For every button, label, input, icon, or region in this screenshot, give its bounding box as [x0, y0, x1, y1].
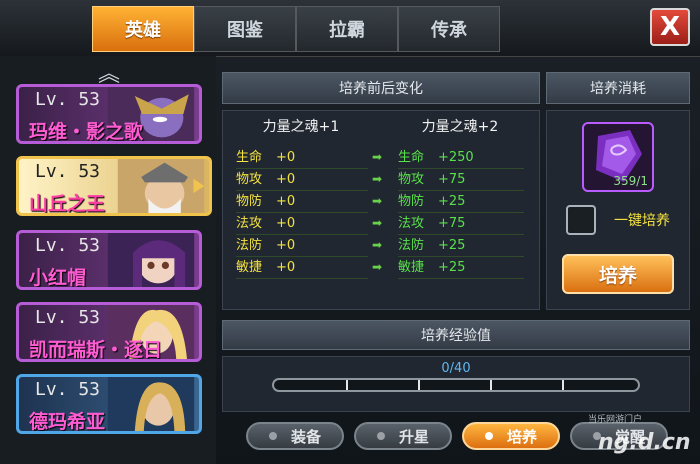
cost-panel-header: 培养消耗 — [546, 72, 690, 104]
stat-label: 法防 — [398, 238, 425, 253]
tab-heroes[interactable]: 英雄 — [92, 6, 194, 52]
stat-label: 生命 — [398, 150, 425, 165]
stat-label: 物防 — [398, 194, 425, 209]
progress-tick — [346, 380, 348, 390]
arrow-right-icon: ➡ — [372, 194, 383, 208]
arrow-right-icon: ➡ — [372, 216, 383, 230]
hero-level: Lv. 53 — [35, 89, 101, 110]
after-stats: 生命 +250 物攻 +75 物防 +25 法攻 +75 法防 +25 敏捷 +25 — [398, 147, 524, 279]
tab-inherit[interactable]: 传承 — [398, 6, 500, 52]
stat-value: +25 — [438, 194, 466, 209]
tab-slots[interactable]: 拉霸 — [296, 6, 398, 52]
stat-row: 物防 +0 — [236, 191, 368, 213]
exp-panel-header: 培养经验值 — [222, 320, 690, 350]
hero-level: Lv. 53 — [35, 307, 101, 328]
dot-icon — [484, 432, 493, 440]
progress-tick — [562, 380, 564, 390]
before-title: 力量之魂+1 — [262, 119, 340, 135]
stat-row: 法防 +0 — [236, 235, 368, 257]
stat-row: 法攻 +0 — [236, 213, 368, 235]
stat-label: 法攻 — [236, 216, 263, 231]
arrow-right-icon: ➡ — [372, 172, 383, 186]
hero-name: 山丘之王 — [29, 193, 106, 215]
stat-label: 生命 — [236, 150, 263, 165]
stat-value: +250 — [438, 150, 474, 165]
stat-value: +0 — [276, 216, 296, 231]
stat-row: 法防 +25 — [398, 235, 524, 257]
soul-item-slot[interactable]: 359/1 — [582, 122, 654, 192]
before-stats: 生命 +0 物攻 +0 物防 +0 法攻 +0 法防 +0 敏捷 +0 — [236, 147, 368, 279]
close-button[interactable]: X — [650, 8, 690, 46]
watermark-line1: 当乐网游门户 — [588, 415, 643, 425]
auto-train-checkbox[interactable] — [566, 205, 596, 235]
item-count: 359/1 — [613, 174, 648, 188]
hero-name: 德玛希亚 — [29, 411, 106, 433]
progress-tick — [490, 380, 492, 390]
stat-value: +0 — [276, 238, 296, 253]
hero-level: Lv. 53 — [35, 235, 101, 256]
stat-row: 生命 +250 — [398, 147, 524, 169]
tab-codex[interactable]: 图鉴 — [194, 6, 296, 52]
stat-row: 敏捷 +25 — [398, 257, 524, 279]
train-tab-button[interactable]: 培养 — [462, 422, 560, 450]
watermark-line2: ng.d.cn — [598, 430, 691, 455]
dot-icon — [376, 432, 385, 440]
arrow-right-icon: ➡ — [372, 238, 383, 252]
stat-label: 物攻 — [398, 172, 425, 187]
stat-label: 物防 — [236, 194, 263, 209]
stat-row: 法攻 +75 — [398, 213, 524, 235]
hero-item-1[interactable]: Lv. 53 玛维・影之歌 — [16, 84, 202, 144]
hero-name: 玛维・影之歌 — [29, 121, 144, 143]
hero-item-5[interactable]: Lv. 53 德玛希亚 — [16, 374, 202, 434]
change-panel-header: 培养前后变化 — [222, 72, 540, 104]
hero-item-2-selected[interactable]: Lv. 53 山丘之王 — [16, 156, 212, 216]
stat-label: 物攻 — [236, 172, 263, 187]
hero-name: 凯而瑞斯・逐日 — [29, 339, 163, 361]
exp-progress-text: 0/40 — [441, 361, 471, 376]
progress-tick — [418, 380, 420, 390]
stat-value: +25 — [438, 260, 466, 275]
stat-value: +0 — [276, 172, 296, 187]
stat-row: 物攻 +75 — [398, 169, 524, 191]
train-tab-label: 培养 — [506, 427, 537, 446]
hero-portrait-icon — [107, 233, 195, 287]
arrow-right-icon: ➡ — [372, 260, 383, 274]
stat-label: 敏捷 — [398, 260, 425, 275]
hero-level: Lv. 53 — [35, 379, 101, 400]
top-tab-bar: 英雄 图鉴 拉霸 传承 X — [0, 0, 700, 57]
exp-progress-bar — [272, 378, 640, 392]
stat-label: 敏捷 — [236, 260, 263, 275]
stat-value: +25 — [438, 238, 466, 253]
train-button[interactable]: 培养 — [562, 254, 674, 294]
hero-item-4[interactable]: Lv. 53 凯而瑞斯・逐日 — [16, 302, 202, 362]
hero-level: Lv. 53 — [35, 161, 101, 182]
equip-button[interactable]: 装备 — [246, 422, 344, 450]
arrow-right-icon: ➡ — [372, 150, 383, 164]
hero-name: 小红帽 — [29, 267, 87, 289]
star-up-label: 升星 — [398, 427, 429, 446]
stat-label: 法防 — [236, 238, 263, 253]
hero-portrait-icon — [117, 159, 205, 213]
hero-portrait-icon — [107, 377, 195, 431]
stat-value: +0 — [276, 194, 296, 209]
stat-value: +75 — [438, 216, 466, 231]
star-up-button[interactable]: 升星 — [354, 422, 452, 450]
stat-row: 物攻 +0 — [236, 169, 368, 191]
close-icon: X — [659, 12, 681, 42]
equip-label: 装备 — [290, 427, 321, 446]
after-title: 力量之魂+2 — [421, 119, 499, 135]
stat-row: 物防 +25 — [398, 191, 524, 213]
hero-item-3[interactable]: Lv. 53 小红帽 — [16, 230, 202, 290]
auto-train-label: 一键培养 — [614, 213, 670, 229]
stat-value: +0 — [276, 150, 296, 165]
stat-row: 生命 +0 — [236, 147, 368, 169]
stat-row: 敏捷 +0 — [236, 257, 368, 279]
stat-label: 法攻 — [398, 216, 425, 231]
dot-icon — [268, 432, 277, 440]
stat-value: +0 — [276, 260, 296, 275]
stat-value: +75 — [438, 172, 466, 187]
